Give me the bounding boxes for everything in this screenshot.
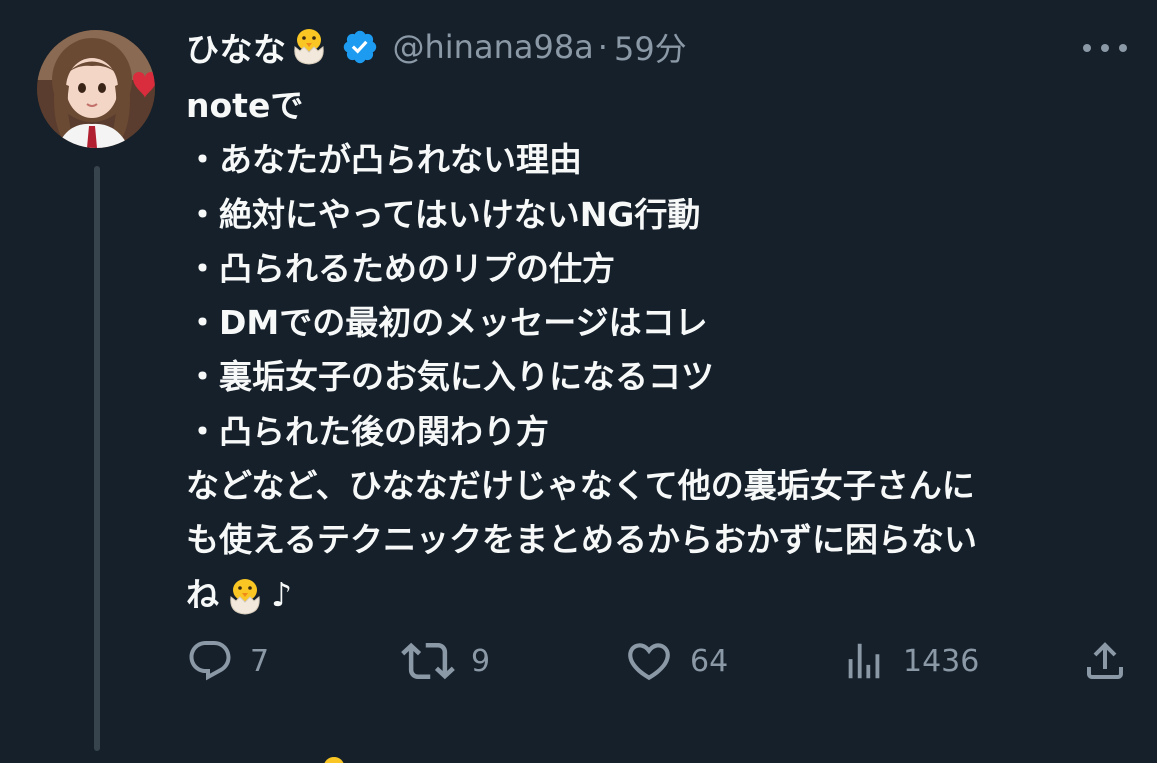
- handle[interactable]: @hinana98a: [393, 28, 594, 66]
- share-icon: [1087, 642, 1123, 679]
- hatching-chick-emoji: [287, 23, 331, 71]
- display-name[interactable]: ひなな: [186, 23, 287, 71]
- retweet-icon: [401, 642, 455, 680]
- reply-icon: [189, 641, 231, 681]
- tweet-line: ・DMでの最初のメッセージはコレ: [186, 303, 708, 343]
- verified-badge-icon[interactable]: [341, 28, 379, 66]
- tweet-last-line-end: ♪: [271, 574, 293, 614]
- tweet-line: ・裏垢女子のお気に入りになるコツ: [186, 357, 714, 397]
- reply-button[interactable]: 7: [186, 632, 269, 690]
- reply-count: 7: [250, 643, 270, 679]
- thread-line: [94, 166, 100, 751]
- hatching-chick-emoji: [316, 751, 352, 763]
- tweet[interactable]: ひなな @hinana98a · 59分 noteで ・あなたが凸られない理由 …: [0, 0, 1157, 763]
- avatar-image: [37, 30, 155, 148]
- views-button[interactable]: 1436: [841, 632, 979, 690]
- tweet-last-line: ね ♪: [186, 568, 1136, 622]
- separator-dot: ·: [597, 28, 608, 66]
- views-icon: [848, 643, 880, 679]
- like-count: 64: [690, 643, 729, 679]
- timestamp[interactable]: 59分: [614, 24, 687, 70]
- views-count: 1436: [903, 643, 980, 679]
- tweet-text: noteで ・あなたが凸られない理由 ・絶対にやってはいけないNG行動 ・凸られ…: [186, 79, 1136, 622]
- tweet-header: ひなな @hinana98a · 59分: [186, 24, 687, 70]
- tweet-line: ・あなたが凸られない理由: [186, 140, 582, 180]
- like-button[interactable]: 64: [624, 632, 728, 690]
- avatar[interactable]: [37, 30, 155, 148]
- tweet-line: noteで: [186, 86, 304, 125]
- share-button[interactable]: [1081, 632, 1129, 690]
- tweet-actions: 7 9 64 1436: [186, 632, 1131, 690]
- tweet-line: などなど、ひななだけじゃなくて他の裏垢女子さんに: [186, 466, 975, 506]
- tweet-line: ・絶対にやってはいけないNG行動: [186, 194, 701, 234]
- retweet-button[interactable]: 9: [401, 632, 490, 690]
- more-icon[interactable]: [1083, 36, 1127, 60]
- tweet-line: も使えるテクニックをまとめるからおかずに困らない: [186, 520, 978, 560]
- retweet-count: 9: [471, 643, 491, 679]
- heart-icon: [628, 643, 670, 681]
- tweet-line: ・凸られるためのリプの仕方: [186, 248, 615, 288]
- tweet-line: ・凸られた後の関わり方: [186, 411, 549, 451]
- tweet-last-line-start: ね: [186, 574, 219, 614]
- hatching-chick-emoji: [223, 573, 267, 617]
